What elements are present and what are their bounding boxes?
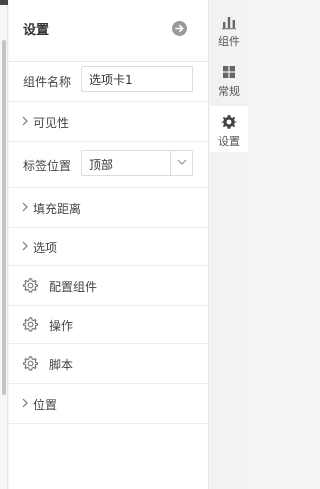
tab-settings[interactable]: 设置	[210, 106, 248, 152]
section-padding[interactable]: 填充距离	[9, 188, 209, 228]
arrow-right-circle-icon[interactable]	[172, 21, 187, 36]
scrollbar-thumb[interactable]	[2, 40, 6, 395]
component-name-label: 组件名称	[23, 75, 72, 89]
section-label: 可见性	[33, 116, 70, 130]
gear-icon	[22, 316, 39, 333]
tab-position-select[interactable]: 顶部	[81, 150, 193, 176]
component-name-row: 组件名称	[9, 62, 209, 102]
chevron-right-icon	[21, 398, 29, 408]
tab-label: 常规	[218, 85, 240, 98]
section-position[interactable]: 位置	[9, 384, 209, 424]
panel-header: 设置	[9, 0, 208, 62]
left-scroll-strip	[0, 0, 8, 489]
section-visibility[interactable]: 可见性	[9, 102, 209, 142]
gear-icon	[22, 277, 39, 294]
section-label: 操作	[49, 319, 74, 333]
component-name-input[interactable]	[81, 66, 193, 92]
chevron-right-icon	[21, 116, 29, 126]
section-label: 脚本	[49, 358, 74, 372]
settings-panel: 设置 组件名称 可见性 标签位置 顶部 填充距离	[9, 0, 209, 489]
gear-icon	[22, 355, 39, 372]
section-actions[interactable]: 操作	[9, 306, 209, 344]
section-label: 填充距离	[33, 202, 82, 216]
tab-general[interactable]: 常规	[210, 56, 248, 102]
section-options[interactable]: 选项	[9, 228, 209, 266]
tab-label: 设置	[218, 135, 240, 148]
select-value: 顶部	[89, 158, 114, 172]
tab-label: 组件	[218, 35, 240, 48]
tab-components[interactable]: 组件	[210, 6, 248, 52]
tab-position-row: 标签位置 顶部	[9, 142, 209, 188]
chevron-down-icon[interactable]	[170, 151, 192, 175]
top-band	[0, 0, 8, 5]
tab-position-label: 标签位置	[23, 159, 72, 173]
chevron-right-icon	[21, 241, 29, 251]
section-label: 配置组件	[49, 280, 98, 294]
grid-icon	[221, 64, 237, 80]
panel-title: 设置	[23, 23, 50, 38]
section-label: 选项	[33, 241, 58, 255]
section-script[interactable]: 脚本	[9, 344, 209, 384]
side-tab-strip: 组件 常规 设置	[210, 0, 248, 489]
gear-icon	[221, 114, 237, 130]
section-label: 位置	[33, 398, 58, 412]
bar-chart-icon	[221, 14, 237, 30]
chevron-right-icon	[21, 202, 29, 212]
section-configure-component[interactable]: 配置组件	[9, 266, 209, 306]
